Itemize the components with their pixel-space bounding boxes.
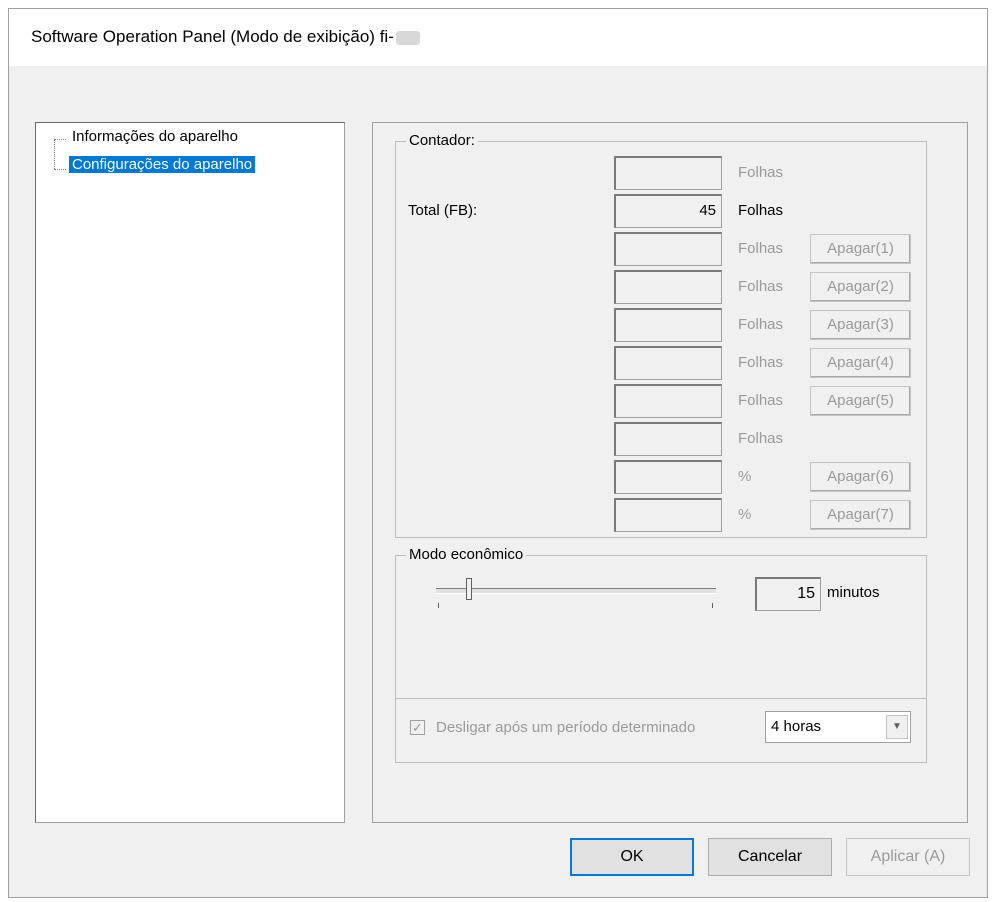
eco-slider-track[interactable] (436, 588, 716, 594)
counter-row-label: Total (FB): (408, 202, 478, 219)
eco-minutes-field[interactable]: 15 (755, 577, 821, 611)
eco-divider (396, 698, 926, 699)
power-off-time-select[interactable]: 4 horas ▼ (765, 711, 911, 743)
settings-tree: Informações do aparelho Configurações do… (35, 122, 345, 823)
counter-value-field (614, 498, 722, 532)
clear-counter-button[interactable]: Apagar(1) (810, 234, 911, 264)
clear-counter-button[interactable]: Apagar(4) (810, 348, 911, 378)
counter-value-field (614, 422, 722, 456)
clear-counter-button[interactable]: Apagar(5) (810, 386, 911, 416)
tree-connector (54, 139, 55, 169)
counter-group: Contador: Folhas Total (FB): 45 Folhas Folha… (395, 132, 927, 538)
dropdown-arrow-icon[interactable]: ▼ (886, 715, 908, 739)
clear-counter-button[interactable]: Apagar(2) (810, 272, 911, 302)
counter-unit-label: % (738, 468, 752, 485)
counter-unit-label: Folhas (738, 392, 784, 409)
counter-group-label: Contador: (406, 132, 478, 149)
counter-value-field (614, 156, 722, 190)
power-off-label: Desligar após um período determinado (436, 719, 696, 736)
slider-tick (712, 603, 713, 608)
counter-value-field: 45 (614, 194, 722, 228)
counter-value-field (614, 232, 722, 266)
counter-unit-label: Folhas (738, 240, 784, 257)
counter-unit-label: % (738, 506, 752, 523)
clear-counter-button[interactable]: Apagar(7) (810, 500, 911, 530)
cancel-button[interactable]: Cancelar (708, 838, 832, 876)
eco-mode-group-label: Modo econômico (406, 546, 527, 563)
settings-panel: Contador: Folhas Total (FB): 45 Folhas Folha… (372, 122, 968, 823)
counter-unit-label: Folhas (738, 202, 784, 219)
eco-minutes-unit: minutos (827, 584, 880, 601)
slider-tick (438, 603, 439, 608)
counter-value-field (614, 270, 722, 304)
counter-unit-label: Folhas (738, 316, 784, 333)
counter-unit-label: Folhas (738, 354, 784, 371)
counter-unit-label: Folhas (738, 430, 784, 447)
ok-button[interactable]: OK (570, 838, 694, 876)
counter-unit-label: Folhas (738, 278, 784, 295)
power-off-checkbox[interactable]: ✓ (410, 720, 425, 735)
tree-item-device-info[interactable]: Informações do aparelho (69, 128, 241, 145)
redacted-model-name (395, 30, 420, 45)
counter-value-field (614, 384, 722, 418)
window-title: Software Operation Panel (Modo de exibiç… (31, 27, 420, 47)
tree-item-device-settings[interactable]: Configurações do aparelho (69, 156, 256, 173)
title-bar: Software Operation Panel (Modo de exibiç… (9, 9, 987, 66)
counter-value-field (614, 346, 722, 380)
clear-counter-button[interactable]: Apagar(3) (810, 310, 911, 340)
tree-connector (54, 139, 66, 140)
power-off-time-value: 4 horas (771, 718, 822, 735)
tree-connector (54, 169, 66, 170)
apply-button[interactable]: Aplicar (A) (846, 838, 970, 876)
eco-mode-group: Modo econômico 15 minutos ✓ Desligar apó… (395, 546, 927, 763)
counter-value-field (614, 460, 722, 494)
eco-slider-thumb[interactable] (466, 578, 472, 600)
counter-unit-label: Folhas (738, 164, 784, 181)
clear-counter-button[interactable]: Apagar(6) (810, 462, 911, 492)
counter-value-field (614, 308, 722, 342)
